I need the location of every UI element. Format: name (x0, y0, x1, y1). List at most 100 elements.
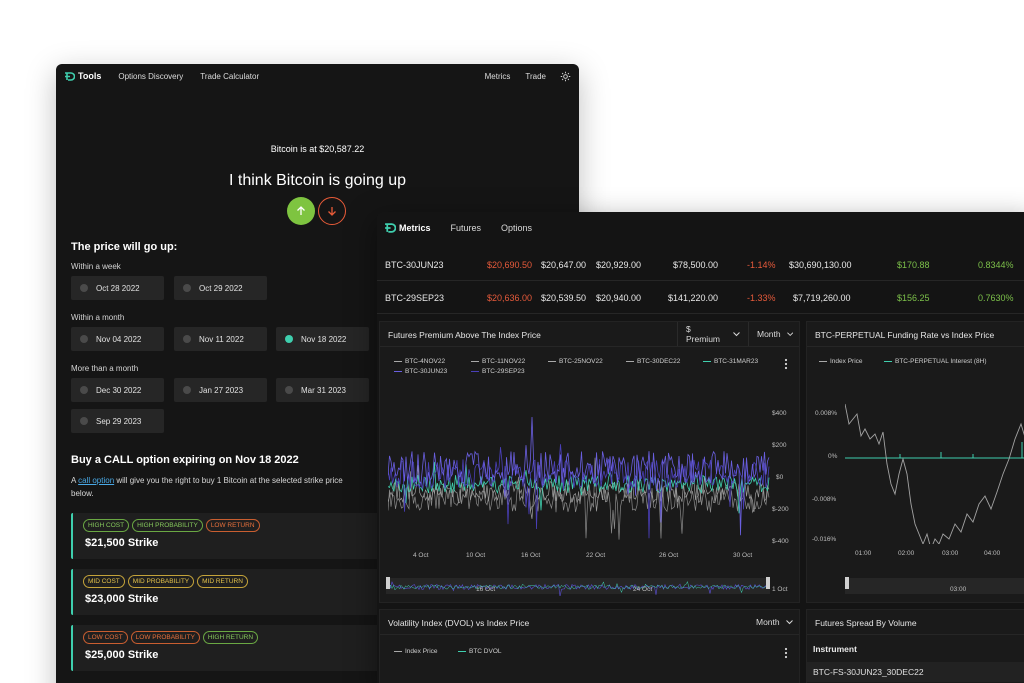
dvol-panel: Volatility Index (DVOL) vs Index Price M… (379, 609, 800, 683)
call-option-link[interactable]: call option (78, 476, 114, 485)
premium-navigator[interactable] (386, 576, 770, 596)
metrics-logo[interactable]: Metrics (384, 223, 431, 233)
radio-dot-selected (285, 335, 293, 343)
date-label: Nov 04 2022 (96, 334, 142, 344)
dvol-period-dropdown[interactable]: Month (748, 610, 801, 634)
funding-plot-area[interactable] (845, 384, 1024, 544)
x-tick: 01:00 (855, 550, 872, 557)
funding-panel-title: BTC-PERPETUAL Funding Rate vs Index Pric… (815, 330, 995, 340)
date-option[interactable]: Oct 28 2022 (71, 276, 164, 300)
price-up-button[interactable] (287, 197, 315, 225)
cell-change: -1.14% (747, 260, 776, 270)
group-label-month: Within a month (71, 313, 125, 322)
legend-item[interactable]: BTC-30DEC22 (626, 358, 680, 365)
nav-futures[interactable]: Futures (451, 223, 482, 233)
date-label: Mar 31 2023 (301, 385, 346, 395)
radio-dot (183, 284, 191, 292)
navigator-handle-right[interactable] (766, 577, 770, 589)
kebab-icon[interactable] (783, 647, 789, 659)
cell-volume: $78,500.00 (673, 260, 719, 270)
x-tick: 10 Oct (466, 552, 486, 559)
chevron-down-icon (733, 331, 740, 336)
legend-item[interactable]: Index Price (819, 358, 863, 365)
legend-label: BTC-30DEC22 (637, 358, 681, 365)
x-tick: 4 Oct (413, 552, 429, 559)
tag-cost: HIGH COST (83, 519, 130, 532)
headline: I think Bitcoin is going up (229, 172, 406, 189)
tag-return: LOW RETURN (205, 519, 260, 532)
radio-dot (285, 386, 293, 394)
arrow-up-icon (297, 206, 305, 215)
radio-dot (80, 417, 88, 425)
price-down-button[interactable] (318, 197, 346, 225)
cell-premium: 0.8344% (978, 260, 1014, 270)
date-option[interactable]: Nov 04 2022 (71, 327, 164, 351)
premium-period-dropdown[interactable]: Month (748, 322, 801, 346)
cell-basis: $170.88 (897, 260, 930, 270)
spread-panel: Futures Spread By Volume Instrument BTC-… (806, 609, 1024, 683)
legend-label: BTC DVOL (469, 648, 502, 655)
kebab-icon[interactable] (783, 358, 789, 370)
legend-item[interactable]: BTC-25NOV22 (548, 358, 603, 365)
legend-item[interactable]: BTC-30JUN23 (394, 368, 447, 375)
legend-item[interactable]: Index Price (394, 648, 438, 655)
desc-suffix: will give you the right to buy 1 Bitcoin… (114, 476, 343, 485)
nav-options-discovery[interactable]: Options Discovery (118, 72, 183, 81)
date-label: Oct 29 2022 (199, 283, 243, 293)
navigator-handle-left[interactable] (845, 577, 849, 589)
navigator-track (845, 578, 1024, 594)
navigator-handle-left[interactable] (386, 577, 390, 589)
tag-probability: LOW PROBABILITY (130, 631, 200, 644)
legend-item[interactable]: BTC-29SEP23 (471, 368, 525, 375)
legend-swatch (884, 360, 892, 363)
cell-oi: $7,719,260.00 (793, 293, 851, 303)
date-option[interactable]: Sep 29 2023 (71, 409, 164, 433)
x-tick: 16 Oct (521, 552, 541, 559)
cell-premium: 0.7630% (978, 293, 1014, 303)
legend-label: BTC-4NOV22 (405, 358, 446, 365)
legend-swatch (394, 360, 402, 363)
nav-tick: 16 Oct (476, 586, 496, 593)
date-option-selected[interactable]: Nov 18 2022 (276, 327, 369, 351)
cell-instrument: BTC-29SEP23 (385, 293, 445, 303)
date-option[interactable]: Mar 31 2023 (276, 378, 369, 402)
date-option[interactable]: Nov 11 2022 (174, 327, 267, 351)
date-option[interactable]: Dec 30 2022 (71, 378, 164, 402)
tag-return: HIGH RETURN (202, 631, 259, 644)
panel-divider (380, 634, 799, 635)
legend-item[interactable]: BTC-PERPETUAL Interest (8H) (884, 358, 987, 365)
funding-navigator[interactable] (845, 576, 1024, 596)
legend-item[interactable]: BTC-11NOV22 (471, 358, 525, 365)
legend-label: BTC-31MAR23 (714, 358, 759, 365)
table-row[interactable]: BTC-FS-30JUN23_30DEC22 (807, 662, 1024, 682)
premium-plot-area[interactable] (388, 384, 770, 544)
date-label: Jan 27 2023 (199, 385, 244, 395)
spread-panel-title: Futures Spread By Volume (815, 618, 917, 628)
legend-label: BTC-30JUN23 (405, 368, 448, 375)
radio-dot (183, 386, 191, 394)
metrics-logo-text: Metrics (399, 223, 431, 233)
metrics-logo-icon (385, 223, 396, 233)
nav-trade[interactable]: Trade (525, 72, 546, 81)
legend-item[interactable]: BTC DVOL (458, 648, 502, 655)
nav-tick: 03:00 (950, 586, 967, 593)
premium-type-dropdown[interactable]: $ Premium (677, 322, 748, 346)
x-tick: 30 Oct (733, 552, 753, 559)
legend-swatch (703, 360, 711, 363)
tools-logo[interactable]: Tools (64, 71, 101, 81)
gear-icon[interactable] (560, 71, 571, 82)
table-row[interactable]: BTC-30JUN23 $20,690.50 $20,647.00 $20,92… (377, 249, 1024, 281)
legend-item[interactable]: BTC-4NOV22 (394, 358, 445, 365)
nav-trade-calculator[interactable]: Trade Calculator (200, 72, 259, 81)
date-option[interactable]: Jan 27 2023 (174, 378, 267, 402)
date-option[interactable]: Oct 29 2022 (174, 276, 267, 300)
nav-metrics[interactable]: Metrics (485, 72, 511, 81)
dvol-panel-title: Volatility Index (DVOL) vs Index Price (388, 618, 530, 628)
nav-options[interactable]: Options (501, 223, 532, 233)
legend-swatch (458, 650, 466, 653)
strike-tags: LOW COST LOW PROBABILITY HIGH RETURN (83, 631, 259, 644)
cell-ask: $20,929.00 (596, 260, 642, 270)
table-row[interactable]: BTC-29SEP23 $20,636.00 $20,539.50 $20,94… (377, 282, 1024, 314)
premium-panel: Futures Premium Above The Index Price $ … (379, 321, 800, 603)
legend-item[interactable]: BTC-31MAR23 (703, 358, 758, 365)
